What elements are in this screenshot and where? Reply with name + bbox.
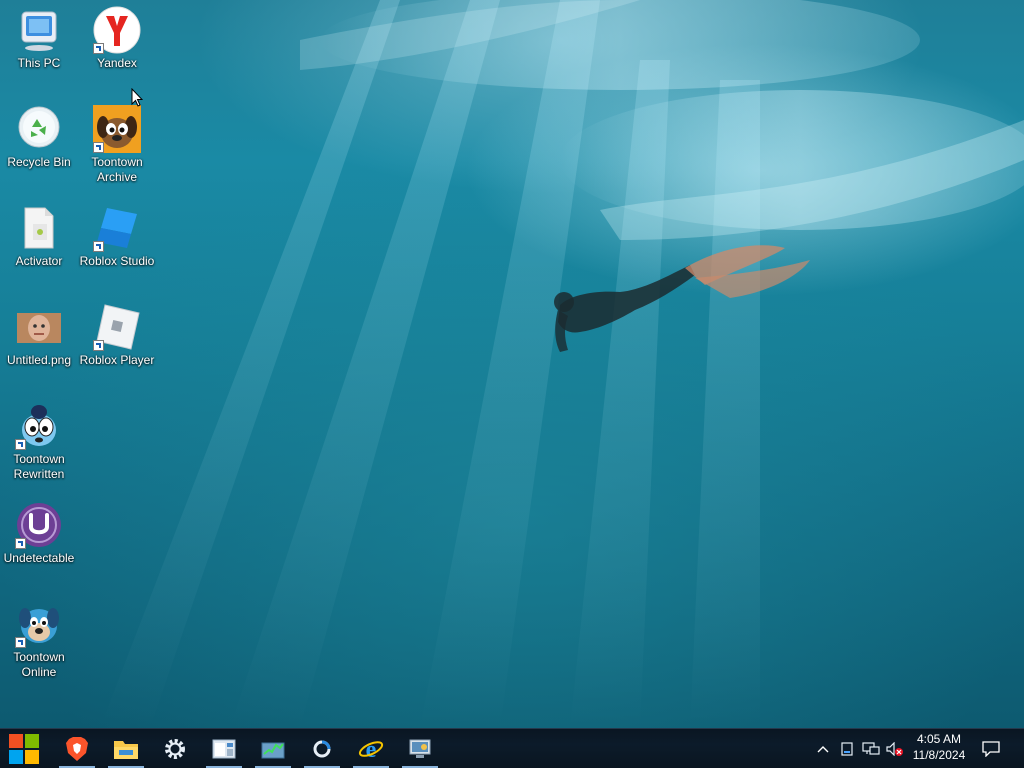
desktop-icon-toontown-rewritten[interactable]: Toontown Rewritten: [0, 402, 78, 482]
desktop-icon-label: Toontown Online: [13, 650, 65, 679]
removable-drive-icon: [841, 741, 853, 756]
control-panel-icon: [409, 739, 431, 758]
desktop-icon-label: Roblox Studio: [79, 254, 155, 268]
desktop-icon-label: Roblox Player: [79, 353, 155, 367]
desktop-icon-roblox-studio[interactable]: Roblox Studio: [78, 204, 156, 269]
taskbar: e 4:05 AM 11/8/2024: [0, 728, 1024, 768]
desktop-icon-label: This PC: [17, 56, 61, 70]
taskbar-control-panel[interactable]: [396, 729, 444, 768]
taskbar-app-window[interactable]: [200, 729, 248, 768]
network-icon: [862, 741, 880, 755]
shortcut-arrow-icon: [93, 241, 104, 252]
toontown-archive-icon: [93, 105, 141, 153]
desktop-icon-toontown-online[interactable]: Toontown Online: [0, 600, 78, 680]
action-center-icon: [982, 740, 1000, 757]
yandex-browser-icon: [93, 6, 141, 54]
taskbar-internet-explorer[interactable]: e: [347, 729, 395, 768]
diver-silhouette: [554, 245, 810, 352]
windows-start-icon: [9, 733, 39, 764]
window-app-icon: [212, 739, 236, 758]
desktop-icon-recycle-bin[interactable]: Recycle Bin: [0, 105, 78, 170]
tray-show-hidden-icons[interactable]: [812, 729, 834, 768]
desktop-icon-untitled-png[interactable]: Untitled.png: [0, 303, 78, 368]
desktop-icon-label: Toontown Archive: [91, 155, 143, 184]
desktop-icon-label: Untitled.png: [6, 353, 72, 367]
taskbar-brave-browser[interactable]: [53, 729, 101, 768]
folder-icon: [114, 740, 138, 759]
task-manager-icon: [261, 742, 285, 758]
desktop-icon-activator[interactable]: Activator: [0, 204, 78, 269]
shortcut-arrow-icon: [93, 43, 104, 54]
svg-text:e: e: [366, 737, 377, 762]
toontown-rewritten-icon: [15, 402, 63, 450]
desktop-icon-label: Toontown Rewritten: [13, 452, 65, 481]
roblox-player-icon: [93, 303, 141, 351]
activator-file-icon: [15, 204, 63, 252]
roblox-studio-icon: [93, 204, 141, 252]
toontown-online-icon: [15, 600, 63, 648]
shortcut-arrow-icon: [93, 142, 104, 153]
shortcut-arrow-icon: [15, 538, 26, 549]
recycle-bin-icon: [15, 105, 63, 153]
desktop-icon-label: Activator: [15, 254, 63, 268]
circle-ring-icon: [313, 740, 331, 757]
shortcut-arrow-icon: [15, 439, 26, 450]
shortcut-arrow-icon: [15, 637, 26, 648]
taskbar-settings[interactable]: [151, 729, 199, 768]
chevron-up-icon: [817, 745, 829, 752]
gear-icon: [165, 738, 185, 759]
tray-network[interactable]: [859, 729, 883, 768]
desktop-icon-yandex[interactable]: Yandex: [78, 6, 156, 71]
desktop-background[interactable]: This PC Yandex Recycle Bin Toontown Arch…: [0, 0, 1024, 728]
internet-explorer-icon: e: [358, 737, 384, 762]
this-pc-icon: [15, 6, 63, 54]
brave-icon: [66, 736, 88, 761]
mouse-cursor-icon: [131, 88, 143, 107]
tray-removable-drive[interactable]: [836, 729, 858, 768]
action-center-button[interactable]: [976, 729, 1006, 768]
taskbar-file-explorer[interactable]: [102, 729, 150, 768]
clock-date: 11/8/2024: [912, 748, 966, 762]
taskbar-cortana[interactable]: [298, 729, 346, 768]
tray-clock[interactable]: 4:05 AM 11/8/2024: [900, 731, 978, 767]
undetectable-icon: [15, 501, 63, 549]
start-button[interactable]: [0, 729, 48, 768]
shortcut-arrow-icon: [93, 340, 104, 351]
desktop-icon-label: Recycle Bin: [7, 155, 71, 169]
image-thumbnail-icon: [15, 303, 63, 351]
desktop-icon-label: Yandex: [97, 56, 137, 70]
clock-time: 4:05 AM: [916, 732, 962, 746]
desktop-icon-toontown-archive[interactable]: Toontown Archive: [78, 105, 156, 185]
desktop-icon-undetectable[interactable]: Undetectable: [0, 501, 78, 566]
taskbar-task-manager[interactable]: [249, 729, 297, 768]
desktop-icon-this-pc[interactable]: This PC: [0, 6, 78, 71]
desktop-icon-roblox-player[interactable]: Roblox Player: [78, 303, 156, 368]
desktop-icon-label: Undetectable: [3, 551, 75, 565]
